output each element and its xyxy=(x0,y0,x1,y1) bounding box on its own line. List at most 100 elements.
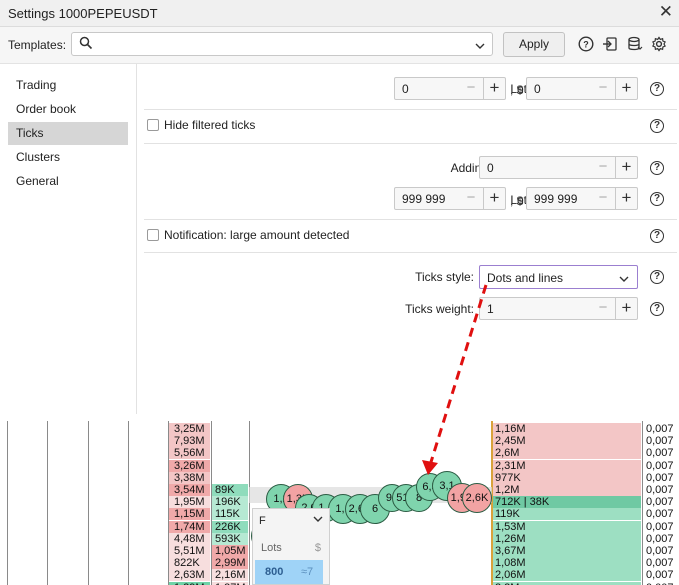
help-icon[interactable]: ? xyxy=(650,161,664,175)
sidebar-item-general[interactable]: General xyxy=(8,170,128,193)
mid-values-cell: 115K xyxy=(212,508,248,521)
left-values-cell: 1,15M xyxy=(169,508,210,521)
right-values-cell: 977K xyxy=(493,471,641,484)
right-values-cell: 1,53M xyxy=(493,520,641,533)
price-values-cell: 0,007 xyxy=(646,569,674,582)
plus-button[interactable]: + xyxy=(615,157,637,178)
minus-button[interactable]: − xyxy=(595,298,611,319)
grid-line xyxy=(7,421,8,585)
left-values-cell: 822K xyxy=(169,557,210,570)
settings-screen: 1,21,3K2,01,11,12,6K69751K86,33,11,9K2,6… xyxy=(0,0,679,585)
plus-button[interactable]: + xyxy=(615,78,637,99)
large-amount-separator: , $ xyxy=(510,194,524,208)
settings-sidebar: Trading Order book Ticks Clusters Genera… xyxy=(0,64,137,414)
mid-values-cell: 1,05M xyxy=(212,545,248,557)
mid-values-cell: 1,37M xyxy=(212,581,248,585)
price-values-cell: 0,007 xyxy=(646,532,674,545)
large-amount-lots-input[interactable]: 999 999 − + xyxy=(394,187,506,210)
mini-approx: ≈7 xyxy=(301,566,314,578)
mid-values-cell: 226K xyxy=(212,520,248,533)
adding-ticks-input[interactable]: 0 − + xyxy=(479,156,638,179)
hide-filtered-checkbox[interactable] xyxy=(147,119,159,131)
left-values-cell: 5,51M xyxy=(169,545,210,557)
help-icon[interactable]: ? xyxy=(650,270,664,284)
help-icon[interactable]: ? xyxy=(650,229,664,243)
mid-values-cell: 196K xyxy=(212,496,248,509)
mini-lots-label: Lots xyxy=(261,542,282,554)
templates-toolbar: Templates: Apply ? xyxy=(0,27,679,64)
price-values-cell: 0,007 xyxy=(646,447,674,460)
large-amount-usd-input[interactable]: 999 999 − + xyxy=(526,187,638,210)
mid-values-cell: 2,16M xyxy=(212,569,248,582)
gear-icon[interactable] xyxy=(651,36,667,52)
chevron-down-icon[interactable] xyxy=(313,515,323,526)
left-values-cell: 1,29M xyxy=(169,581,210,585)
ticks-weight-label: Ticks weight: xyxy=(405,302,474,316)
notification-checkbox[interactable] xyxy=(147,229,159,241)
svg-text:?: ? xyxy=(583,40,589,50)
left-values-cell: 1,74M xyxy=(169,520,210,533)
mini-f-label: F xyxy=(259,515,266,527)
help-icon[interactable]: ? xyxy=(650,82,664,96)
divider xyxy=(144,109,677,110)
left-values-cell: 3,26M xyxy=(169,459,210,472)
divider xyxy=(144,143,677,144)
help-icon[interactable]: ? xyxy=(578,36,594,52)
sidebar-item-order-book[interactable]: Order book xyxy=(8,98,128,121)
sidebar-item-ticks[interactable]: Ticks xyxy=(8,122,128,145)
price-values-cell: 0,007 xyxy=(646,508,674,521)
left-values-cell: 3,54M xyxy=(169,484,210,496)
price-values-cell: 0,007 xyxy=(646,520,674,533)
plus-button[interactable]: + xyxy=(615,188,637,209)
left-values-cell: 3,25M xyxy=(169,423,210,435)
grid-line xyxy=(249,421,250,585)
help-icon[interactable]: ? xyxy=(650,119,664,133)
database-icon[interactable] xyxy=(627,36,643,52)
right-values-cell: 1,2M xyxy=(493,484,641,496)
ticks-filter-usd-input[interactable]: 0 − + xyxy=(526,77,638,100)
plus-button[interactable]: + xyxy=(615,298,637,319)
mini-value-field[interactable]: 800 ≈7 xyxy=(255,560,323,584)
price-values-cell: 0,007 xyxy=(644,582,679,585)
help-icon[interactable]: ? xyxy=(650,302,664,316)
price-values-cell: 0,007 xyxy=(646,496,674,509)
minus-button[interactable]: − xyxy=(463,188,479,209)
ticks-weight-input[interactable]: 1 − + xyxy=(479,297,638,320)
templates-select[interactable] xyxy=(71,32,493,56)
help-icon[interactable]: ? xyxy=(650,192,664,206)
grid-line xyxy=(128,421,129,585)
mini-order-panel[interactable]: F Lots $ 800 ≈7 xyxy=(252,508,330,585)
sidebar-item-clusters[interactable]: Clusters xyxy=(8,146,128,169)
right-values-cell: 2,06M xyxy=(493,569,641,582)
import-icon[interactable] xyxy=(602,36,618,52)
sidebar-item-trading[interactable]: Trading xyxy=(8,74,128,97)
plus-button[interactable]: + xyxy=(483,188,505,209)
divider xyxy=(144,219,677,220)
dialog-titlebar: Settings 1000PEPEUSDT ✕ xyxy=(0,0,679,27)
chevron-down-icon xyxy=(619,272,629,286)
trading-chart-area: 1,21,3K2,01,11,12,6K69751K86,33,11,9K2,6… xyxy=(0,421,679,585)
notification-label: Notification: large amount detected xyxy=(164,228,350,242)
ticks-filter-separator: , $ xyxy=(510,83,524,97)
right-values-cell: 119K xyxy=(493,508,641,521)
price-values-cell: 0,007 xyxy=(646,484,674,496)
ticks-style-select[interactable]: Dots and lines xyxy=(479,265,638,289)
plus-button[interactable]: + xyxy=(483,78,505,99)
price-values-cell: 0,007 xyxy=(646,557,674,570)
left-values-cell: 2,63M xyxy=(169,569,210,582)
ticks-filter-lots-input[interactable]: 0 − + xyxy=(394,77,506,100)
tick-bubble: 2,6K xyxy=(462,483,492,513)
minus-button[interactable]: − xyxy=(595,157,611,178)
minus-button[interactable]: − xyxy=(595,78,611,99)
adding-ticks-value: 0 xyxy=(487,161,494,175)
apply-button[interactable]: Apply xyxy=(503,32,565,57)
right-values-cell: 3,67M xyxy=(493,545,641,557)
minus-button[interactable]: − xyxy=(595,188,611,209)
minus-button[interactable]: − xyxy=(463,78,479,99)
right-values-cell: 2,6M xyxy=(493,447,641,460)
left-values-cell: 1,95M xyxy=(169,496,210,509)
right-values-cell: 1,26M xyxy=(493,532,641,545)
large-amount-usd-value: 999 999 xyxy=(534,192,578,206)
close-icon[interactable]: ✕ xyxy=(659,2,673,22)
hide-filtered-label: Hide filtered ticks xyxy=(164,118,256,132)
